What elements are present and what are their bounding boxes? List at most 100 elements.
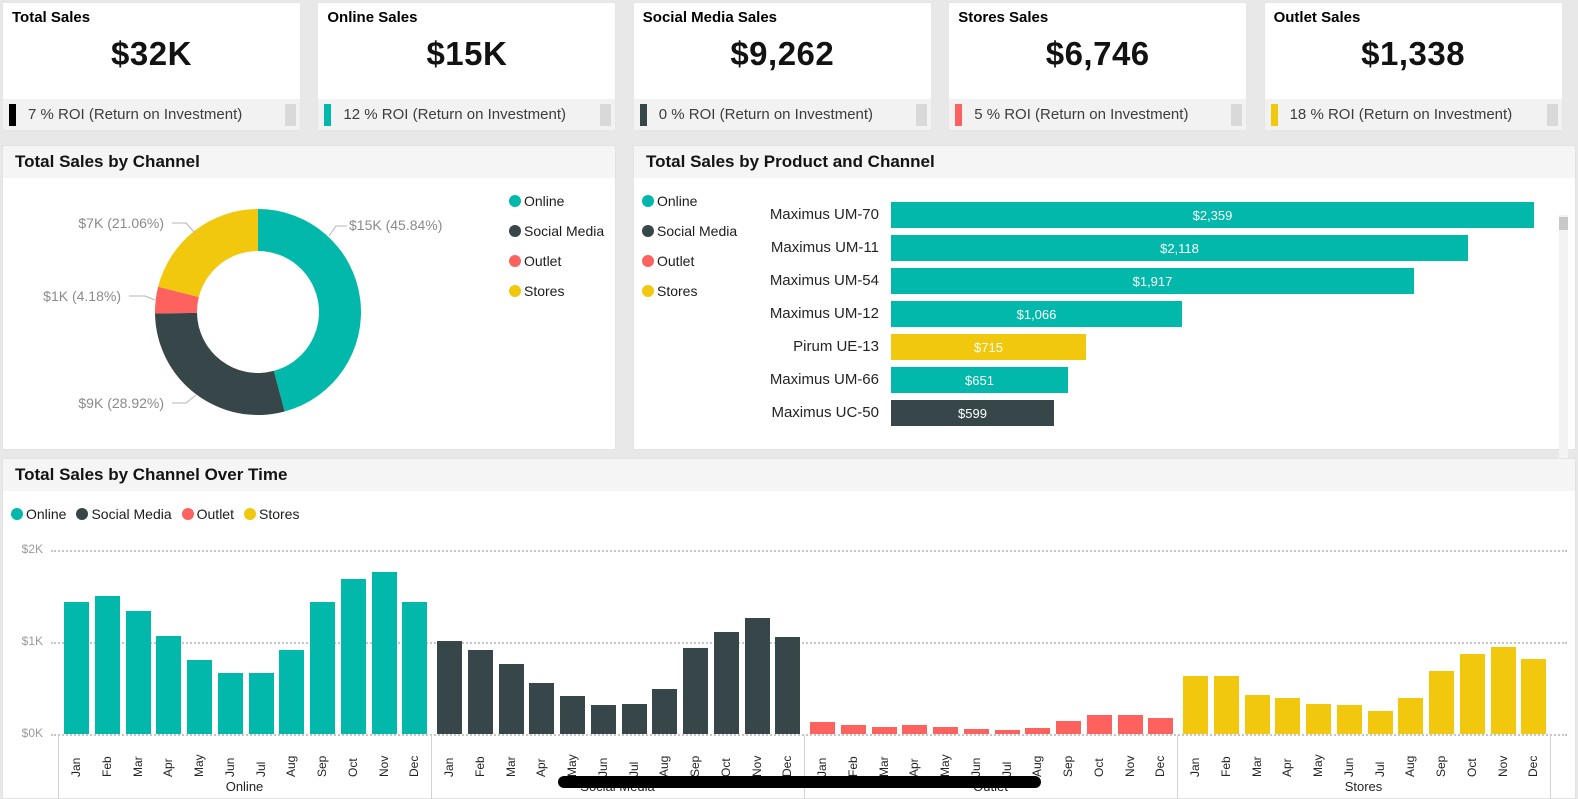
roi-strip-handle[interactable] bbox=[600, 103, 612, 126]
kpi-card-outlet-sales[interactable]: Outlet Sales $1,338 18 % ROI (Return on In… bbox=[1263, 2, 1563, 131]
roi-strip-handle[interactable] bbox=[1546, 103, 1558, 126]
month-label: Feb bbox=[472, 756, 487, 777]
time-bar-stores-mar[interactable] bbox=[1244, 695, 1270, 734]
time-bar-online-feb[interactable] bbox=[94, 596, 120, 734]
roi-strip-handle[interactable] bbox=[915, 103, 927, 126]
time-bar-social-media-oct[interactable] bbox=[713, 632, 739, 734]
month-label: Dec bbox=[407, 755, 422, 777]
time-bar-stores-sep[interactable] bbox=[1429, 671, 1454, 734]
time-bar-outlet-apr[interactable] bbox=[902, 725, 928, 734]
roi-strip-handle[interactable] bbox=[285, 103, 296, 126]
kpi-title: Outlet Sales bbox=[1273, 9, 1361, 26]
time-bar-stores-oct[interactable] bbox=[1459, 654, 1485, 734]
time-bar-online-may[interactable] bbox=[187, 660, 212, 734]
time-bar-outlet-jan[interactable] bbox=[810, 722, 835, 734]
roi-marker bbox=[1270, 103, 1278, 126]
legend-dot-icon bbox=[11, 508, 23, 520]
month-label: Feb bbox=[1218, 756, 1233, 777]
time-bar-stores-jan[interactable] bbox=[1183, 676, 1208, 734]
time-bar-online-jul[interactable] bbox=[248, 673, 274, 734]
time-bar-outlet-nov[interactable] bbox=[1117, 715, 1143, 734]
time-bar-social-media-jun[interactable] bbox=[590, 705, 616, 734]
month-label: Aug bbox=[284, 755, 299, 777]
product-bar-pirum-ue-13[interactable]: $715 bbox=[891, 334, 1086, 360]
kpi-card-social-media-sales[interactable]: Social Media Sales $9,262 0 % ROI (Return … bbox=[632, 2, 932, 131]
time-bar-social-media-feb[interactable] bbox=[467, 650, 493, 734]
time-bar-outlet-mar[interactable] bbox=[871, 727, 897, 734]
time-bar-social-media-jul[interactable] bbox=[621, 704, 647, 734]
kpi-card-total-sales[interactable]: Total Sales $32K 7 % ROI (Return on Invest… bbox=[2, 2, 301, 131]
month-label: Sep bbox=[688, 755, 702, 777]
time-bar-outlet-sep[interactable] bbox=[1056, 721, 1081, 734]
kpi-roi-strip: 0 % ROI (Return on Investment) bbox=[633, 99, 931, 130]
legend-item-social-media[interactable]: Social Media bbox=[509, 216, 604, 246]
vertical-scrollbar-track[interactable] bbox=[1559, 215, 1568, 470]
time-bar-outlet-feb[interactable] bbox=[840, 725, 866, 734]
time-bar-outlet-may[interactable] bbox=[933, 727, 958, 734]
legend-item-stores[interactable]: Stores bbox=[509, 276, 604, 306]
category-band-separator bbox=[58, 735, 59, 799]
product-bar-row: Maximus UM-70 $2,359 bbox=[634, 202, 1554, 228]
kpi-roi-strip: 12 % ROI (Return on Investment) bbox=[318, 99, 616, 130]
time-bar-social-media-nov[interactable] bbox=[744, 618, 770, 734]
time-bar-online-jan[interactable] bbox=[64, 602, 89, 734]
time-bar-social-media-apr[interactable] bbox=[529, 683, 555, 734]
time-bar-outlet-jul[interactable] bbox=[994, 730, 1020, 734]
time-bar-stores-aug[interactable] bbox=[1398, 698, 1424, 734]
legend-item-outlet[interactable]: Outlet bbox=[181, 505, 234, 523]
time-bar-social-media-sep[interactable] bbox=[683, 648, 708, 734]
legend-label: Stores bbox=[524, 283, 565, 299]
time-bar-social-media-mar[interactable] bbox=[498, 664, 524, 734]
callout-leader-line bbox=[129, 295, 156, 301]
horizontal-scrollbar-thumb[interactable] bbox=[558, 776, 1041, 788]
time-bar-social-media-dec[interactable] bbox=[775, 637, 801, 734]
time-bar-online-aug[interactable] bbox=[279, 650, 305, 734]
time-bar-stores-apr[interactable] bbox=[1275, 698, 1301, 734]
time-bar-online-apr[interactable] bbox=[156, 636, 182, 734]
product-bar-maximus-um-66[interactable]: $651 bbox=[891, 367, 1068, 393]
roi-strip-handle[interactable] bbox=[1231, 103, 1243, 126]
month-label: Nov bbox=[376, 755, 391, 777]
time-bar-outlet-aug[interactable] bbox=[1025, 728, 1051, 734]
product-bar-maximus-um-12[interactable]: $1,066 bbox=[891, 301, 1182, 327]
time-bar-outlet-dec[interactable] bbox=[1148, 718, 1174, 734]
legend-dot-icon bbox=[76, 508, 89, 520]
month-label: Nov bbox=[749, 755, 764, 777]
time-bar-online-dec[interactable] bbox=[402, 602, 428, 734]
time-bar-stores-nov[interactable] bbox=[1490, 647, 1516, 734]
time-bar-online-oct[interactable] bbox=[340, 579, 366, 734]
time-bar-stores-dec[interactable] bbox=[1521, 659, 1547, 734]
month-label: Jun bbox=[595, 757, 610, 777]
product-bar-maximus-um-70[interactable]: $2,359 bbox=[891, 202, 1534, 228]
product-bar-maximus-uc-50[interactable]: $599 bbox=[891, 400, 1054, 426]
time-bar-outlet-oct[interactable] bbox=[1086, 715, 1112, 734]
time-bar-social-media-may[interactable] bbox=[560, 696, 585, 734]
gridline-$2K bbox=[51, 550, 1567, 552]
time-bar-online-mar[interactable] bbox=[125, 611, 151, 734]
product-bar-maximus-um-54[interactable]: $1,917 bbox=[891, 268, 1414, 294]
time-bar-online-nov[interactable] bbox=[371, 572, 397, 734]
donut-callout-social-media: $9K (28.92%) bbox=[78, 395, 164, 411]
time-bar-stores-may[interactable] bbox=[1306, 704, 1331, 734]
kpi-card-stores-sales[interactable]: Stores Sales $6,746 5 % ROI (Return on Inv… bbox=[948, 2, 1248, 131]
product-category-label: Maximus UC-50 bbox=[771, 404, 879, 421]
product-bar-maximus-um-11[interactable]: $2,118 bbox=[891, 235, 1468, 261]
legend-item-stores[interactable]: Stores bbox=[243, 505, 299, 523]
time-bar-outlet-jun[interactable] bbox=[963, 729, 989, 734]
time-bar-online-jun[interactable] bbox=[217, 673, 243, 734]
time-bar-social-media-aug[interactable] bbox=[652, 689, 678, 734]
vertical-scrollbar-thumb[interactable] bbox=[1559, 217, 1568, 230]
donut-slice-social-media[interactable] bbox=[155, 312, 285, 415]
legend-item-outlet[interactable]: Outlet bbox=[509, 246, 604, 276]
time-bar-stores-jul[interactable] bbox=[1367, 711, 1393, 734]
legend-item-online[interactable]: Online bbox=[509, 186, 604, 216]
kpi-card-online-sales[interactable]: Online Sales $15K 12 % ROI (Return on Inve… bbox=[317, 2, 617, 131]
time-bar-online-sep[interactable] bbox=[310, 602, 335, 734]
time-bar-stores-jun[interactable] bbox=[1336, 705, 1362, 734]
time-bar-stores-feb[interactable] bbox=[1213, 676, 1239, 734]
kpi-value: $9,262 bbox=[730, 35, 835, 72]
legend-item-social-media[interactable]: Social Media bbox=[76, 505, 172, 523]
time-bar-social-media-jan[interactable] bbox=[437, 641, 462, 734]
donut-slice-stores[interactable] bbox=[158, 209, 258, 298]
legend-item-online[interactable]: Online bbox=[11, 505, 66, 523]
